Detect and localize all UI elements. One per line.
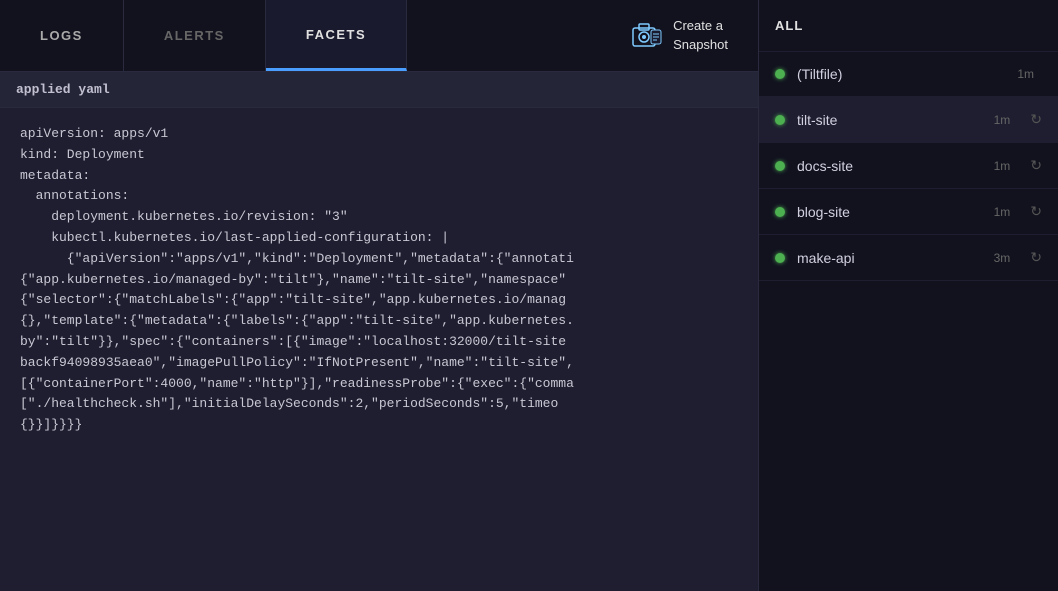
create-snapshot-button[interactable]: Create a Snapshot xyxy=(601,0,758,71)
tab-facets[interactable]: FACETS xyxy=(266,0,407,71)
status-dot-tilt-site xyxy=(775,115,785,125)
item-name-tiltfile: (Tiltfile) xyxy=(797,66,1005,82)
status-dot-blog-site xyxy=(775,207,785,217)
sidebar-item-make-api[interactable]: make-api 3m ↻ xyxy=(759,235,1058,281)
status-dot-tiltfile xyxy=(775,69,785,79)
item-name-docs-site: docs-site xyxy=(797,158,982,174)
status-dot-make-api xyxy=(775,253,785,263)
sidebar: ALL (Tiltfile) 1m tilt-site 1m ↻ docs-si… xyxy=(758,0,1058,591)
sidebar-item-tiltfile[interactable]: (Tiltfile) 1m xyxy=(759,52,1058,97)
sidebar-item-tilt-site[interactable]: tilt-site 1m ↻ xyxy=(759,97,1058,143)
tab-logs[interactable]: LOGS xyxy=(0,0,124,71)
item-time-tiltfile: 1m xyxy=(1017,67,1034,81)
snapshot-icon xyxy=(631,20,663,52)
sidebar-item-blog-site[interactable]: blog-site 1m ↻ xyxy=(759,189,1058,235)
sidebar-item-all[interactable]: ALL xyxy=(759,0,1058,52)
refresh-icon-docs-site[interactable]: ↻ xyxy=(1030,157,1042,174)
item-name-tilt-site: tilt-site xyxy=(797,112,982,128)
item-time-make-api: 3m xyxy=(994,251,1011,265)
status-dot-docs-site xyxy=(775,161,785,171)
sidebar-item-docs-site[interactable]: docs-site 1m ↻ xyxy=(759,143,1058,189)
applied-yaml-header: applied yaml xyxy=(0,72,758,108)
content-area: applied yaml apiVersion: apps/v1 kind: D… xyxy=(0,72,758,591)
code-content[interactable]: apiVersion: apps/v1 kind: Deployment met… xyxy=(0,108,758,591)
tab-alerts[interactable]: ALERTS xyxy=(124,0,266,71)
create-snapshot-label: Create a Snapshot xyxy=(673,17,728,53)
sidebar-all-label: ALL xyxy=(775,18,803,33)
refresh-icon-make-api[interactable]: ↻ xyxy=(1030,249,1042,266)
item-time-docs-site: 1m xyxy=(994,159,1011,173)
item-name-make-api: make-api xyxy=(797,250,982,266)
item-time-tilt-site: 1m xyxy=(994,113,1011,127)
main-area: LOGS ALERTS FACETS Create a Snapshot xyxy=(0,0,758,591)
item-name-blog-site: blog-site xyxy=(797,204,982,220)
refresh-icon-tilt-site[interactable]: ↻ xyxy=(1030,111,1042,128)
nav-tabs: LOGS ALERTS FACETS Create a Snapshot xyxy=(0,0,758,72)
item-time-blog-site: 1m xyxy=(994,205,1011,219)
refresh-icon-blog-site[interactable]: ↻ xyxy=(1030,203,1042,220)
